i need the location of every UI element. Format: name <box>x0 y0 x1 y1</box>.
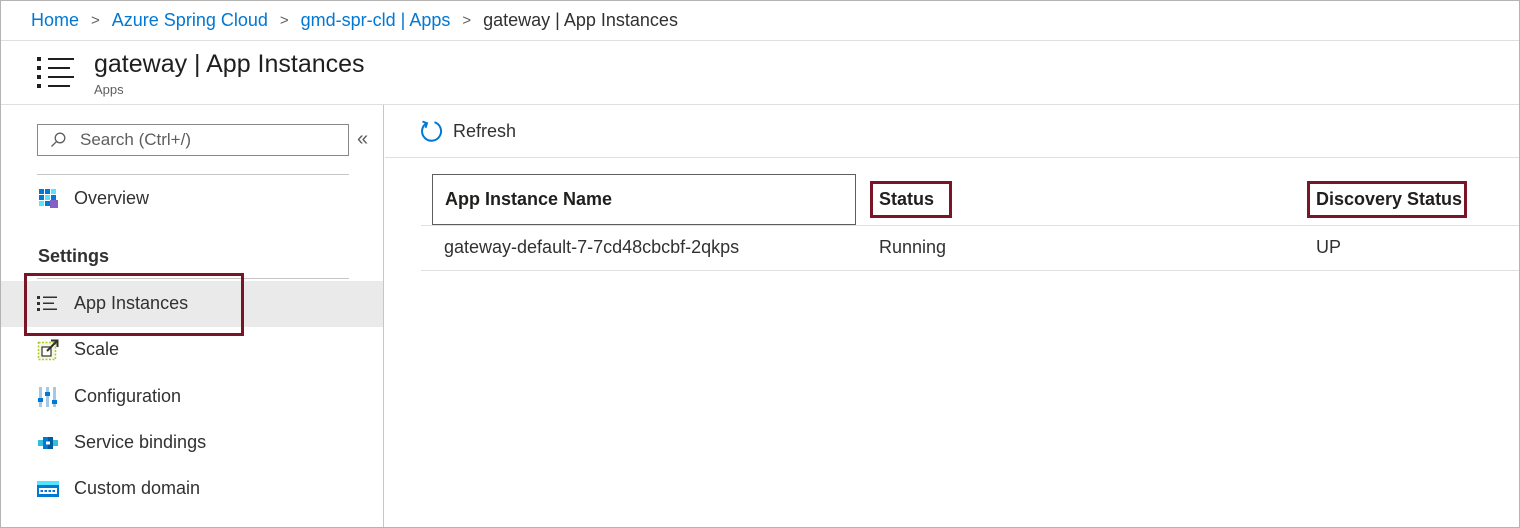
sidebar-item-service-bindings[interactable]: Service bindings <box>1 420 383 466</box>
sidebar-item-label: Service bindings <box>74 432 207 452</box>
page-title: gateway | App Instances <box>94 50 365 78</box>
row-divider <box>421 270 1519 271</box>
chevron-right-icon: > <box>279 12 289 29</box>
breadcrumb-home[interactable]: Home <box>31 10 79 31</box>
chevron-right-icon: > <box>91 12 100 29</box>
configuration-sliders-icon <box>37 386 59 408</box>
breadcrumb-current: gateway | App Instances <box>483 10 678 30</box>
sidebar-item-configuration[interactable]: Configuration <box>1 374 383 420</box>
column-header-status[interactable]: Status <box>879 173 934 225</box>
sidebar-item-custom-domain[interactable]: Custom domain <box>1 466 383 512</box>
search-icon <box>51 132 66 147</box>
sidebar: « Overview Settings <box>1 105 384 527</box>
column-header-app-instance-name[interactable]: App Instance Name <box>432 174 856 225</box>
sidebar-divider <box>37 174 349 175</box>
settings-section-label: Settings <box>38 246 110 266</box>
service-bindings-icon <box>37 432 59 454</box>
sidebar-item-label: App Instances <box>74 293 189 313</box>
sidebar-item-scale[interactable]: Scale <box>1 327 383 373</box>
sidebar-item-app-instances[interactable]: App Instances <box>1 281 383 327</box>
sidebar-item-label: Configuration <box>74 386 182 406</box>
sidebar-item-label: Overview <box>74 188 150 208</box>
sidebar-divider <box>37 278 349 279</box>
refresh-icon <box>421 120 443 142</box>
breadcrumb-apps[interactable]: gmd-spr-cld | Apps <box>301 10 451 31</box>
custom-domain-www-icon <box>37 478 59 500</box>
refresh-label: Refresh <box>453 120 517 141</box>
cell-status: Running <box>879 237 947 257</box>
chevron-right-icon: > <box>462 12 472 29</box>
page-header: gateway | App Instances Apps <box>1 41 1519 105</box>
overview-grid-icon <box>37 188 59 210</box>
search-box[interactable] <box>37 124 349 156</box>
command-bar: Refresh <box>385 105 1519 158</box>
breadcrumb-azure-spring-cloud[interactable]: Azure Spring Cloud <box>112 10 268 31</box>
refresh-button[interactable]: Refresh <box>419 119 516 143</box>
breadcrumb: Home > Azure Spring Cloud > gmd-spr-cld … <box>1 1 1519 41</box>
column-header-discovery-status[interactable]: Discovery Status <box>1316 173 1462 225</box>
page-subtitle: Apps <box>94 82 124 97</box>
portal-window: Home > Azure Spring Cloud > gmd-spr-cld … <box>0 0 1520 528</box>
header-divider <box>421 225 1519 226</box>
sidebar-item-overview[interactable]: Overview <box>1 176 383 222</box>
list-icon <box>37 293 59 315</box>
sidebar-item-label: Scale <box>74 339 120 359</box>
scale-icon <box>37 339 59 361</box>
search-input[interactable] <box>80 130 320 150</box>
collapse-sidebar-button[interactable]: « <box>357 129 368 149</box>
sidebar-item-label: Custom domain <box>74 478 201 498</box>
list-icon <box>37 55 77 91</box>
cell-discovery-status: UP <box>1316 237 1342 257</box>
cell-app-instance-name[interactable]: gateway-default-7-7cd48cbcbf-2qkps <box>444 237 739 258</box>
